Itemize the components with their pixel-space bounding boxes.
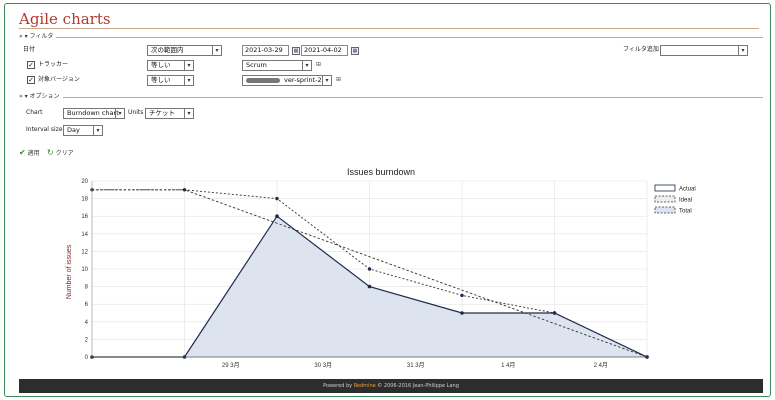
chart-y-axis-label: Number of issues [66, 244, 73, 299]
ideal-point [182, 188, 187, 192]
x-tick-label: 2 4月 [594, 362, 608, 369]
y-tick-label: 20 [81, 179, 88, 185]
y-tick-label: 18 [81, 197, 88, 203]
legend-label-actual: Actual [679, 187, 696, 193]
burndown-chart: 0 2 4 6 8 10 12 14 16 18 20 29 3月 30 3月 31 3月 1 4月 2 4月… [66, 167, 696, 369]
actual-point [460, 311, 464, 315]
legend-swatch-actual [654, 184, 676, 192]
x-tick-label: 31 3月 [407, 362, 425, 369]
y-tick-label: 12 [81, 249, 88, 255]
ideal-point [275, 196, 279, 201]
y-tick-label: 6 [85, 302, 89, 308]
ideal-point [367, 267, 372, 271]
y-tick-label: 2 [85, 337, 89, 343]
ideal-point [460, 293, 464, 298]
actual-point [367, 284, 372, 289]
x-tick-label: 29 3月 [222, 362, 240, 369]
chart-legend: Actual Ideal Total [654, 184, 696, 215]
footer-prefix: Powered by [323, 383, 354, 389]
actual-point [552, 311, 557, 315]
legend-swatch-ideal [654, 195, 676, 203]
legend-swatch-total [654, 206, 676, 214]
y-tick-label: 16 [81, 214, 88, 220]
x-tick-label: 1 4月 [501, 362, 515, 369]
footer: Powered by Redmine © 2006-2016 Jean-Phil… [19, 379, 763, 393]
y-tick-label: 4 [85, 320, 89, 326]
main-window: Agile charts » ▾ フィルタ 日付 次の範囲内 ▾ 2021-03… [4, 3, 771, 397]
y-tick-label: 8 [85, 285, 89, 291]
footer-suffix: © 2006-2016 Jean-Philippe Lang [375, 383, 459, 389]
legend-label-total: Total [679, 209, 692, 215]
y-tick-label: 10 [81, 267, 88, 273]
footer-brand-link[interactable]: Redmine [354, 383, 376, 389]
x-tick-label: 30 3月 [314, 362, 332, 369]
chart-title: Issues burndown [347, 167, 415, 177]
y-tick-label: 0 [85, 355, 89, 361]
legend-label-ideal: Ideal [679, 198, 692, 204]
actual-point [275, 214, 279, 218]
y-tick-label: 14 [81, 232, 88, 238]
